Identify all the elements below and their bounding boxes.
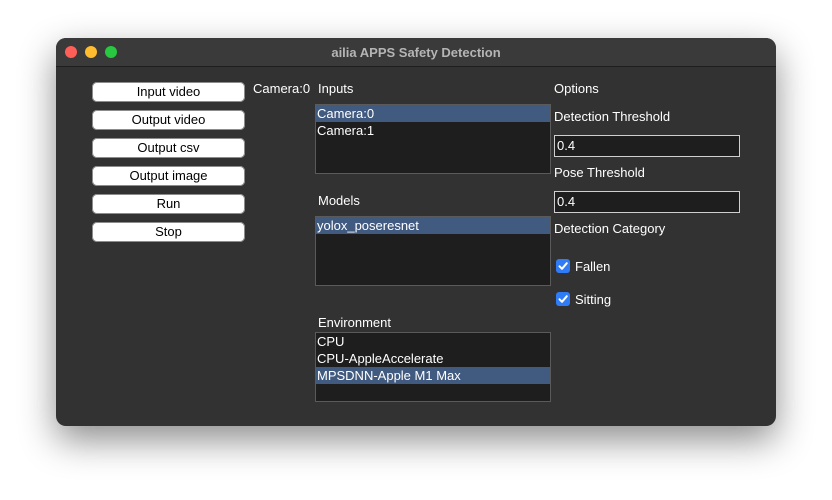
checkmark-icon bbox=[558, 295, 568, 303]
environment-list[interactable]: CPU CPU-AppleAccelerate MPSDNN-Apple M1 … bbox=[315, 332, 551, 402]
run-button[interactable]: Run bbox=[92, 194, 245, 214]
pose-threshold-field[interactable]: 0.4 bbox=[554, 191, 740, 213]
camera-status-label: Camera:0 bbox=[253, 81, 311, 96]
inputs-list-item[interactable]: Camera:1 bbox=[316, 122, 550, 139]
models-label: Models bbox=[318, 193, 360, 208]
title-bar: ailia APPS Safety Detection bbox=[56, 38, 776, 67]
output-video-button[interactable]: Output video bbox=[92, 110, 245, 130]
inputs-label: Inputs bbox=[318, 81, 354, 96]
stop-button[interactable]: Stop bbox=[92, 222, 245, 242]
models-list-item[interactable]: yolox_poseresnet bbox=[316, 217, 550, 234]
window-title: ailia APPS Safety Detection bbox=[331, 45, 501, 60]
output-image-button[interactable]: Output image bbox=[92, 166, 245, 186]
environment-list-item[interactable]: MPSDNN-Apple M1 Max bbox=[316, 367, 550, 384]
checkmark-icon bbox=[558, 262, 568, 270]
options-label: Options bbox=[554, 81, 599, 96]
sitting-checkbox[interactable] bbox=[556, 292, 570, 306]
detection-threshold-field[interactable]: 0.4 bbox=[554, 135, 740, 157]
environment-list-item[interactable]: CPU bbox=[316, 333, 550, 350]
input-video-button[interactable]: Input video bbox=[92, 82, 245, 102]
fallen-checkbox-label[interactable]: Fallen bbox=[575, 259, 610, 274]
output-csv-button[interactable]: Output csv bbox=[92, 138, 245, 158]
environment-list-item[interactable]: CPU-AppleAccelerate bbox=[316, 350, 550, 367]
app-window: ailia APPS Safety Detection Input video … bbox=[56, 38, 776, 426]
pose-threshold-label: Pose Threshold bbox=[554, 165, 645, 180]
models-list[interactable]: yolox_poseresnet bbox=[315, 216, 551, 286]
inputs-list-item[interactable]: Camera:0 bbox=[316, 105, 550, 122]
sitting-checkbox-label[interactable]: Sitting bbox=[575, 292, 611, 307]
fallen-checkbox[interactable] bbox=[556, 259, 570, 273]
inputs-list[interactable]: Camera:0 Camera:1 bbox=[315, 104, 551, 174]
detection-threshold-label: Detection Threshold bbox=[554, 109, 671, 124]
environment-label: Environment bbox=[318, 315, 391, 330]
detection-category-label: Detection Category bbox=[554, 221, 666, 236]
